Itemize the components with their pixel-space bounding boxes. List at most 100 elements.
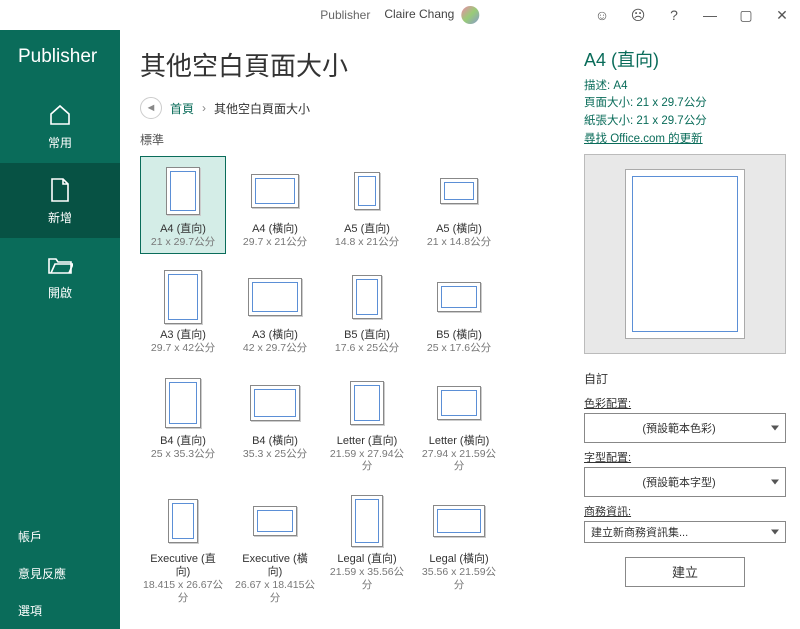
business-info-select[interactable]: 建立新商務資訊集... [584,521,786,543]
color-scheme-select[interactable]: (預設範本色彩) [584,413,786,443]
minimize-button[interactable]: — [692,0,728,30]
template-dims: 42 x 29.7公分 [243,342,307,355]
font-scheme-label: 字型配置: [584,449,786,465]
template-name: Executive (橫向) [235,553,315,579]
template-item[interactable]: B5 (直向)17.6 x 25公分 [324,262,410,360]
template-thumb [354,172,380,210]
template-item[interactable]: Legal (直向)21.59 x 35.56公分 [324,486,410,610]
template-dims: 21 x 14.8公分 [427,236,491,249]
template-name: Executive (直向) [143,553,223,579]
template-dims: 18.415 x 26.67公分 [143,579,223,604]
template-item[interactable]: A5 (橫向)21 x 14.8公分 [416,156,502,254]
template-item[interactable]: A3 (橫向)42 x 29.7公分 [232,262,318,360]
sidebar-feedback[interactable]: 意見反應 [0,555,120,592]
template-name: A5 (橫向) [436,223,482,236]
template-thumb [352,275,382,319]
crumb-current: 其他空白頁面大小 [214,100,310,117]
template-thumb [165,378,201,428]
template-item[interactable]: Executive (橫向)26.67 x 18.415公分 [232,486,318,610]
template-dims: 21.59 x 27.94公分 [327,448,407,473]
template-name: B4 (直向) [160,435,206,448]
breadcrumb: ◄ 首頁 › 其他空白頁面大小 [140,97,572,119]
template-name: A3 (直向) [160,329,206,342]
template-item[interactable]: Letter (直向)21.59 x 27.94公分 [324,368,410,478]
template-name: B5 (直向) [344,329,390,342]
template-dims: 25 x 17.6公分 [427,342,491,355]
business-info-label: 商務資訊: [584,503,786,519]
template-thumb [164,270,202,324]
template-name: Letter (直向) [337,435,398,448]
sidebar-item-open[interactable]: 開啟 [0,238,120,313]
template-dims: 27.94 x 21.59公分 [419,448,499,473]
template-item[interactable]: A5 (直向)14.8 x 21公分 [324,156,410,254]
template-thumb [440,178,478,204]
open-icon [47,252,73,278]
sidebar-brand: Publisher [0,40,120,88]
template-dims: 14.8 x 21公分 [335,236,399,249]
template-thumb [251,174,299,208]
template-name: B4 (橫向) [252,435,298,448]
avatar[interactable] [462,6,480,24]
template-dims: 17.6 x 25公分 [335,342,399,355]
help-icon[interactable]: ? [656,0,692,30]
template-thumb [253,506,297,536]
sidebar-item-label: 開啟 [48,284,72,301]
section-label: 標準 [140,131,572,148]
template-grid: A4 (直向)21 x 29.7公分A4 (橫向)29.7 x 21公分A5 (… [140,156,572,629]
template-item[interactable]: A4 (直向)21 x 29.7公分 [140,156,226,254]
template-item[interactable]: B4 (直向)25 x 35.3公分 [140,368,226,478]
template-dims: 35.3 x 25公分 [243,448,307,461]
titlebar: Publisher Claire Chang ☺ ☹ ? — ▢ ✕ [0,0,800,30]
rp-title: A4 (直向) [584,46,786,72]
chevron-right-icon: › [202,101,206,115]
template-item[interactable]: B4 (橫向)35.3 x 25公分 [232,368,318,478]
home-icon [47,102,73,128]
template-item[interactable]: Executive (直向)18.415 x 26.67公分 [140,486,226,610]
template-dims: 25 x 35.3公分 [151,448,215,461]
template-thumb [168,499,198,543]
template-dims: 29.7 x 21公分 [243,236,307,249]
maximize-button[interactable]: ▢ [728,0,764,30]
app-title: Publisher [320,8,370,22]
sidebar-item-label: 常用 [48,134,72,151]
new-icon [47,177,73,203]
preview-page [625,169,745,339]
template-name: A5 (直向) [344,223,390,236]
template-name: B5 (橫向) [436,329,482,342]
custom-label: 自訂 [584,370,786,387]
smile-icon[interactable]: ☺ [584,0,620,30]
template-thumb [166,167,200,215]
sidebar: Publisher 常用 新增 開啟 帳戶 意見反應 選項 [0,30,120,629]
template-thumb [250,385,300,421]
sidebar-item-new[interactable]: 新增 [0,163,120,238]
template-dims: 21.59 x 35.56公分 [327,566,407,591]
close-button[interactable]: ✕ [764,0,800,30]
template-thumb [350,381,384,425]
right-panel: A4 (直向) 描述: A4 頁面大小: 21 x 29.7公分 紙張大小: 2… [572,30,800,629]
template-item[interactable]: A4 (橫向)29.7 x 21公分 [232,156,318,254]
font-scheme-select[interactable]: (預設範本字型) [584,467,786,497]
template-name: A3 (橫向) [252,329,298,342]
template-name: Letter (橫向) [429,435,490,448]
template-item[interactable]: A3 (直向)29.7 x 42公分 [140,262,226,360]
sidebar-options[interactable]: 選項 [0,592,120,629]
preview-area [584,154,786,354]
sidebar-item-home[interactable]: 常用 [0,88,120,163]
create-button[interactable]: 建立 [625,557,745,587]
template-item[interactable] [140,618,226,629]
rp-page-size: 頁面大小: 21 x 29.7公分 [584,95,786,112]
office-update-link[interactable]: 尋找 Office.com 的更新 [584,130,786,146]
sidebar-item-label: 新增 [48,209,72,226]
template-name: A4 (直向) [160,223,206,236]
template-item[interactable]: B5 (橫向)25 x 17.6公分 [416,262,502,360]
template-name: Legal (橫向) [429,553,488,566]
page-title: 其他空白頁面大小 [140,46,572,83]
sidebar-account[interactable]: 帳戶 [0,518,120,555]
frown-icon[interactable]: ☹ [620,0,656,30]
crumb-home[interactable]: 首頁 [170,100,194,117]
back-button[interactable]: ◄ [140,97,162,119]
template-item[interactable]: Legal (橫向)35.56 x 21.59公分 [416,486,502,610]
template-item[interactable]: Letter (橫向)27.94 x 21.59公分 [416,368,502,478]
color-scheme-label: 色彩配置: [584,395,786,411]
template-thumb [248,278,302,316]
